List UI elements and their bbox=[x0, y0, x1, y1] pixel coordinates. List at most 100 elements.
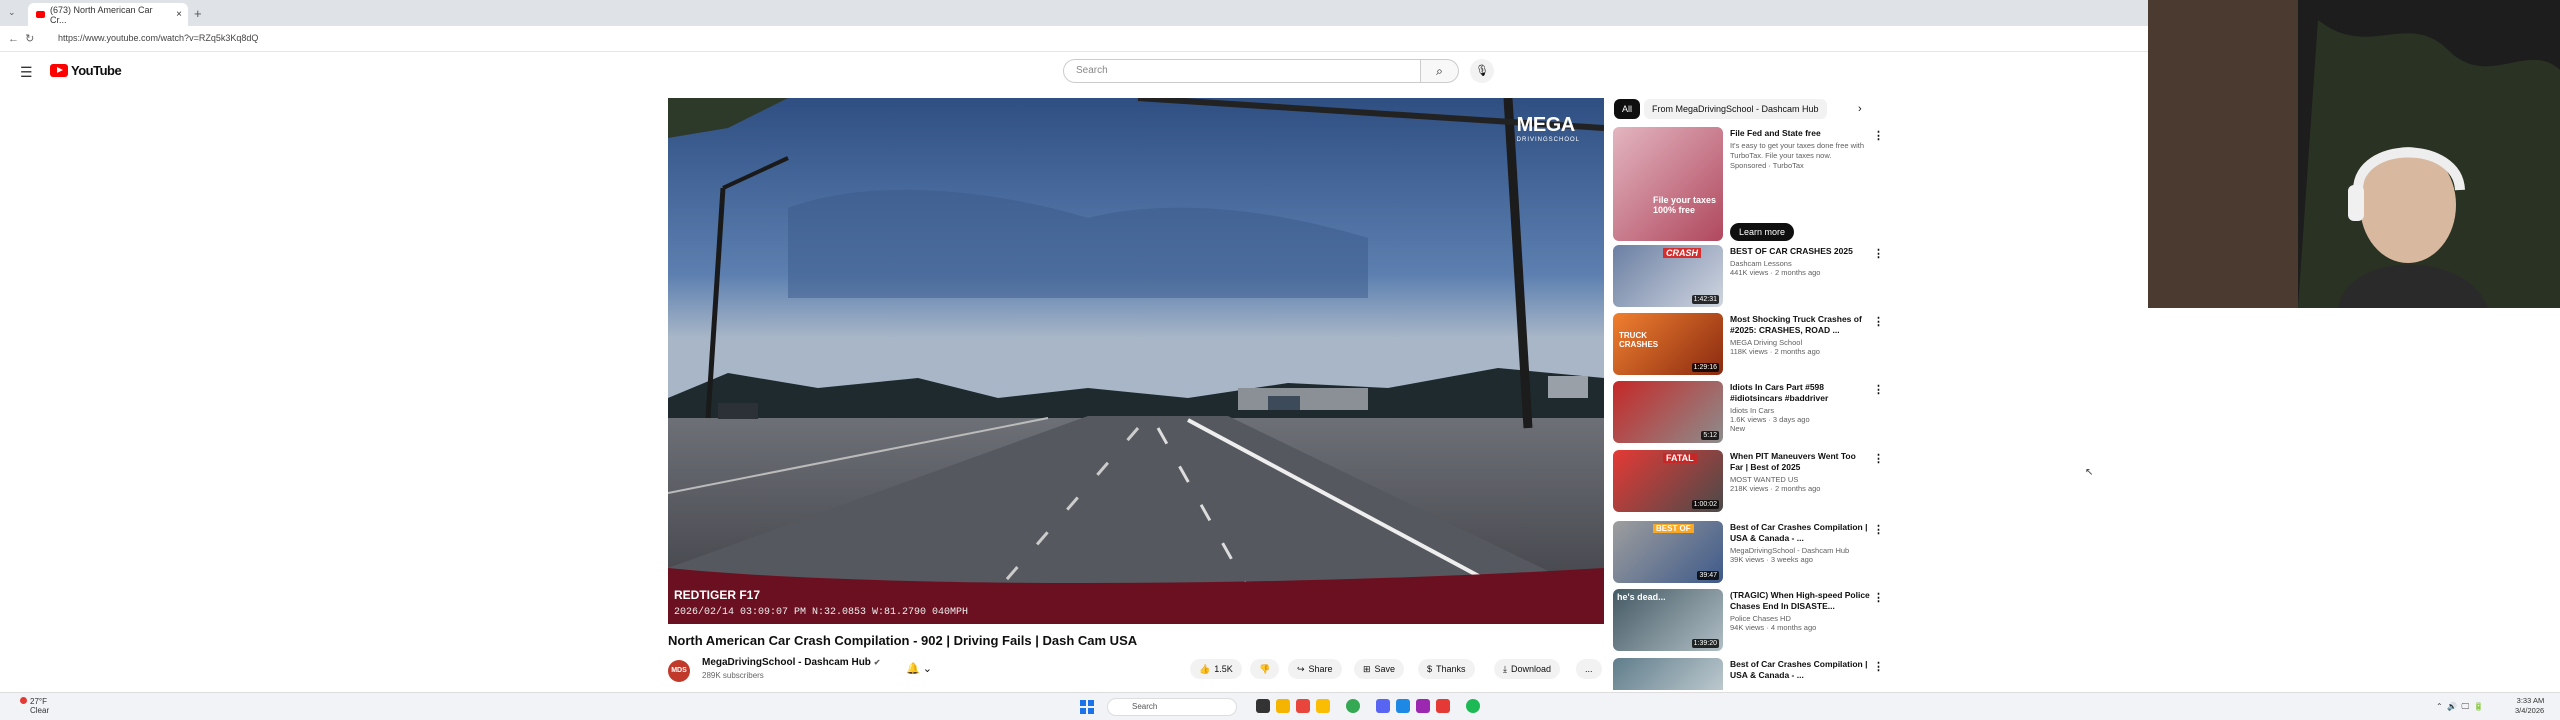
more-options-icon[interactable]: ⋮ bbox=[1873, 523, 1884, 536]
video-title: When PIT Maneuvers Went Too Far | Best o… bbox=[1730, 451, 1856, 472]
share-label: Share bbox=[1308, 664, 1333, 674]
mouse-cursor-icon: ↖ bbox=[2085, 467, 2094, 478]
system-tray[interactable]: ⌃ 🔊 🖵 🔋 bbox=[2436, 702, 2484, 712]
app-icon-5[interactable] bbox=[1436, 699, 1450, 713]
chevron-right-icon[interactable]: › bbox=[1858, 103, 1862, 115]
video-title: Best of Car Crashes Compilation | USA & … bbox=[1730, 522, 1868, 543]
new-tab-icon[interactable]: + bbox=[194, 6, 202, 21]
like-button[interactable]: 👍 1.5K bbox=[1190, 659, 1242, 679]
video-frame bbox=[668, 98, 1604, 624]
more-icon: ... bbox=[1585, 664, 1593, 674]
clock-time: 3:33 AM bbox=[2516, 696, 2545, 705]
app-icon-1[interactable] bbox=[1296, 699, 1310, 713]
search-button[interactable]: ⌕ bbox=[1421, 59, 1459, 83]
more-actions-button[interactable]: ... bbox=[1576, 659, 1602, 679]
more-options-icon[interactable]: ⋮ bbox=[1873, 129, 1884, 142]
dashcam-timestamp-overlay: 2026/02/14 03:09:07 PM N:32.0853 W:81.27… bbox=[674, 607, 969, 618]
microphone-icon: 🎙 bbox=[1475, 65, 1489, 77]
list-item[interactable]: FATAL 1:00:02 When PIT Maneuvers Went To… bbox=[1613, 450, 1884, 514]
save-button[interactable]: ⊞ Save bbox=[1354, 659, 1405, 679]
voice-search-button[interactable]: 🎙 bbox=[1470, 59, 1494, 83]
browser-tab-active[interactable]: (673) North American Car Cr... × bbox=[28, 3, 188, 26]
video-meta: 118K views · 2 months ago bbox=[1730, 347, 1820, 356]
video-duration: 1:42:31 bbox=[1691, 295, 1719, 304]
video-player[interactable]: MEGA DRIVINGSCHOOL REDTIGER F17 2026/02/… bbox=[668, 98, 1604, 624]
download-button[interactable]: ⤓ Download bbox=[1494, 659, 1561, 679]
thumbnail-text: CRASH bbox=[1663, 248, 1702, 258]
weather-icon bbox=[20, 697, 27, 704]
chevron-down-icon: ⌄ bbox=[922, 663, 932, 675]
taskbar-clock[interactable]: 3:33 AM 3/4/2026 bbox=[2515, 696, 2544, 716]
app-icon-3[interactable] bbox=[1396, 699, 1410, 713]
task-view-icon[interactable] bbox=[1256, 699, 1270, 713]
save-label: Save bbox=[1374, 664, 1396, 674]
chrome-icon[interactable] bbox=[1346, 699, 1360, 713]
dislike-button[interactable]: 👎 bbox=[1250, 659, 1280, 679]
video-thumbnail[interactable]: he's dead... 1:39:20 bbox=[1613, 589, 1723, 651]
download-icon: ⤓ bbox=[1503, 663, 1507, 674]
video-thumbnail[interactable]: CRASH 1:42:31 bbox=[1613, 245, 1723, 307]
more-options-icon[interactable]: ⋮ bbox=[1873, 591, 1884, 604]
video-meta: 39K views · 3 weeks ago bbox=[1730, 555, 1813, 564]
share-button[interactable]: ↪ Share bbox=[1288, 659, 1342, 679]
video-thumbnail[interactable] bbox=[1613, 658, 1723, 690]
youtube-logo[interactable]: YouTube bbox=[50, 63, 122, 78]
video-duration: 1:00:02 bbox=[1691, 500, 1719, 509]
windows-start-icon[interactable] bbox=[1080, 700, 1094, 714]
address-bar: ← ↻ https://www.youtube.com/watch?v=RZq5… bbox=[0, 26, 2148, 52]
learn-more-button[interactable]: Learn more bbox=[1730, 223, 1795, 241]
list-item[interactable]: 5:12 Idiots In Cars Part #598 #idiotsinc… bbox=[1613, 381, 1884, 445]
thanks-label: Thanks bbox=[1436, 664, 1466, 674]
menu-icon[interactable]: ☰ bbox=[20, 64, 33, 81]
list-item[interactable]: CRASH 1:42:31 BEST OF CAR CRASHES 2025 D… bbox=[1613, 245, 1884, 309]
more-options-icon[interactable]: ⋮ bbox=[1873, 247, 1884, 260]
spotify-icon[interactable] bbox=[1466, 699, 1480, 713]
more-options-icon[interactable]: ⋮ bbox=[1873, 315, 1884, 328]
taskbar-search-input[interactable]: Search bbox=[1107, 698, 1237, 716]
ad-sponsor: Sponsored · TurboTax bbox=[1730, 161, 1804, 170]
video-title: Idiots In Cars Part #598 #idiotsincars #… bbox=[1730, 382, 1829, 403]
subscriber-count: 289K subscribers bbox=[702, 671, 764, 680]
sponsored-card[interactable]: File your taxes 100% free File Fed and S… bbox=[1613, 127, 1884, 243]
video-title: Most Shocking Truck Crashes of #2025: CR… bbox=[1730, 314, 1862, 335]
file-explorer-icon[interactable] bbox=[1276, 699, 1290, 713]
more-options-icon[interactable]: ⋮ bbox=[1873, 452, 1884, 465]
more-options-icon[interactable]: ⋮ bbox=[1873, 660, 1883, 673]
webcam-overlay bbox=[2148, 0, 2560, 308]
notification-bell-button[interactable]: 🔔 ⌄ bbox=[906, 662, 932, 675]
app-icon-2[interactable] bbox=[1316, 699, 1330, 713]
discord-icon[interactable] bbox=[1376, 699, 1390, 713]
tab-close-icon[interactable]: × bbox=[176, 9, 182, 20]
search-input[interactable]: Search bbox=[1063, 59, 1421, 83]
video-thumbnail[interactable]: TRUCK CRASHES 1:29:16 bbox=[1613, 313, 1723, 375]
weather-temp: 27°F bbox=[30, 697, 47, 706]
webcam-image bbox=[2148, 0, 2560, 308]
tab-title: (673) North American Car Cr... bbox=[49, 4, 153, 25]
chip-from-channel[interactable]: From MegaDrivingSchool - Dashcam Hub bbox=[1644, 99, 1827, 119]
weather-widget[interactable]: 27°F Clear bbox=[20, 697, 49, 715]
url-field[interactable]: https://www.youtube.com/watch?v=RZq5k3Kq… bbox=[58, 33, 258, 43]
more-options-icon[interactable]: ⋮ bbox=[1873, 383, 1884, 396]
video-thumbnail[interactable]: FATAL 1:00:02 bbox=[1613, 450, 1723, 512]
list-item[interactable]: TRUCK CRASHES 1:29:16 Most Shocking Truc… bbox=[1613, 313, 1884, 377]
back-arrow-icon[interactable]: ← ↻ bbox=[8, 32, 34, 45]
channel-avatar[interactable]: MDS bbox=[668, 660, 690, 682]
list-item[interactable]: Best of Car Crashes Compilation | USA & … bbox=[1613, 658, 1883, 690]
new-badge: New bbox=[1730, 424, 1746, 433]
thanks-icon: $ bbox=[1427, 664, 1433, 674]
app-icon-4[interactable] bbox=[1416, 699, 1430, 713]
list-item[interactable]: BEST OF 39:47 Best of Car Crashes Compil… bbox=[1613, 521, 1884, 585]
tab-list-icon[interactable]: ⌄ bbox=[8, 7, 16, 18]
channel-name[interactable]: MegaDrivingSchool - Dashcam Hub ✔ bbox=[702, 657, 880, 668]
list-item[interactable]: he's dead... 1:39:20 (TRAGIC) When High-… bbox=[1613, 589, 1884, 653]
video-duration: 1:29:16 bbox=[1691, 363, 1719, 372]
video-thumbnail[interactable]: BEST OF 39:47 bbox=[1613, 521, 1723, 583]
ad-thumbnail[interactable]: File your taxes 100% free bbox=[1613, 127, 1723, 241]
verified-icon: ✔ bbox=[873, 658, 881, 667]
watermark-subtext: DRIVINGSCHOOL bbox=[1516, 137, 1580, 143]
chip-all[interactable]: All bbox=[1614, 99, 1641, 119]
channel-watermark: MEGA DRIVINGSCHOOL bbox=[1517, 114, 1580, 143]
video-thumbnail[interactable]: 5:12 bbox=[1613, 381, 1723, 443]
video-meta: 218K views · 2 months ago bbox=[1730, 484, 1821, 493]
thanks-button[interactable]: $ Thanks bbox=[1418, 659, 1475, 679]
